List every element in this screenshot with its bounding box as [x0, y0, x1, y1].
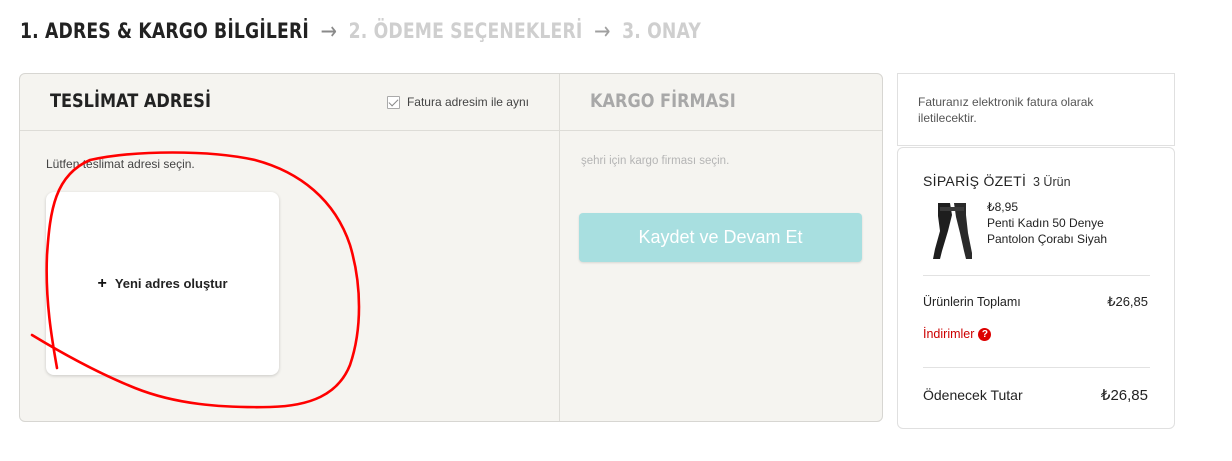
arrow-right-icon: →	[320, 17, 338, 45]
new-address-card[interactable]: + Yeni adres oluştur	[46, 192, 279, 375]
billing-same-label: Fatura adresim ile aynı	[406, 95, 529, 109]
summary-divider	[923, 275, 1150, 276]
help-icon[interactable]: ?	[978, 327, 992, 341]
total-label: Ödenecek Tutar	[923, 387, 1023, 403]
delivery-address-section: TESLİMAT ADRESİ Fatura adresim ile aynı …	[20, 74, 559, 421]
delivery-address-title: TESLİMAT ADRESİ	[50, 90, 211, 112]
product-name[interactable]: Penti Kadın 50 Denye Pantolon Çorabı Siy…	[987, 215, 1147, 247]
discounts-toggle[interactable]: İndirimler ?	[923, 327, 992, 341]
summary-divider	[923, 367, 1150, 368]
einvoice-text: Faturanız elektronik fatura olarak ileti…	[918, 95, 1094, 125]
billing-same-checkbox[interactable]: Fatura adresim ile aynı	[386, 95, 529, 109]
subtotal-label: Ürünlerin Toplamı	[923, 295, 1021, 309]
checkbox-checked-icon[interactable]	[386, 95, 400, 109]
product-thumbnail[interactable]	[928, 201, 982, 261]
product-price: ₺8,95	[987, 200, 1018, 214]
total-value: ₺26,85	[1100, 387, 1148, 404]
cargo-company-section: KARGO FİRMASI şehri için kargo firması s…	[559, 74, 882, 421]
item-count: 3 Ürün	[1033, 175, 1071, 189]
discounts-label: İndirimler	[923, 327, 975, 341]
arrow-right-icon: →	[593, 17, 611, 45]
address-cargo-panel: TESLİMAT ADRESİ Fatura adresim ile aynı …	[19, 73, 883, 422]
select-address-hint: Lütfen teslimat adresi seçin.	[46, 157, 195, 171]
checkout-steps: 1. ADRES & KARGO BİLGİLERİ → 2. ÖDEME SE…	[20, 14, 701, 48]
cargo-company-title: KARGO FİRMASI	[590, 90, 736, 112]
subtotal-value: ₺26,85	[1107, 294, 1148, 309]
cargo-company-header: KARGO FİRMASI	[560, 74, 882, 131]
order-summary-title: SİPARİŞ ÖZETİ	[923, 173, 1027, 189]
plus-icon: +	[97, 274, 107, 292]
order-summary: SİPARİŞ ÖZETİ 3 Ürün ₺8,95 Penti Kadın 5…	[897, 147, 1175, 429]
save-continue-button[interactable]: Kaydet ve Devam Et	[579, 213, 862, 262]
step-payment-options: 2. ÖDEME SEÇENEKLERİ	[348, 19, 583, 43]
cargo-hint: şehri için kargo firması seçin.	[581, 155, 730, 167]
new-address-label: Yeni adres oluştur	[114, 276, 228, 291]
step-confirmation: 3. ONAY	[622, 19, 701, 43]
delivery-address-header: TESLİMAT ADRESİ Fatura adresim ile aynı	[20, 74, 559, 131]
step-address-shipping: 1. ADRES & KARGO BİLGİLERİ	[20, 19, 309, 43]
checkout-page: 1. ADRES & KARGO BİLGİLERİ → 2. ÖDEME SE…	[0, 0, 1232, 461]
einvoice-info-box: Faturanız elektronik fatura olarak ileti…	[897, 73, 1175, 146]
